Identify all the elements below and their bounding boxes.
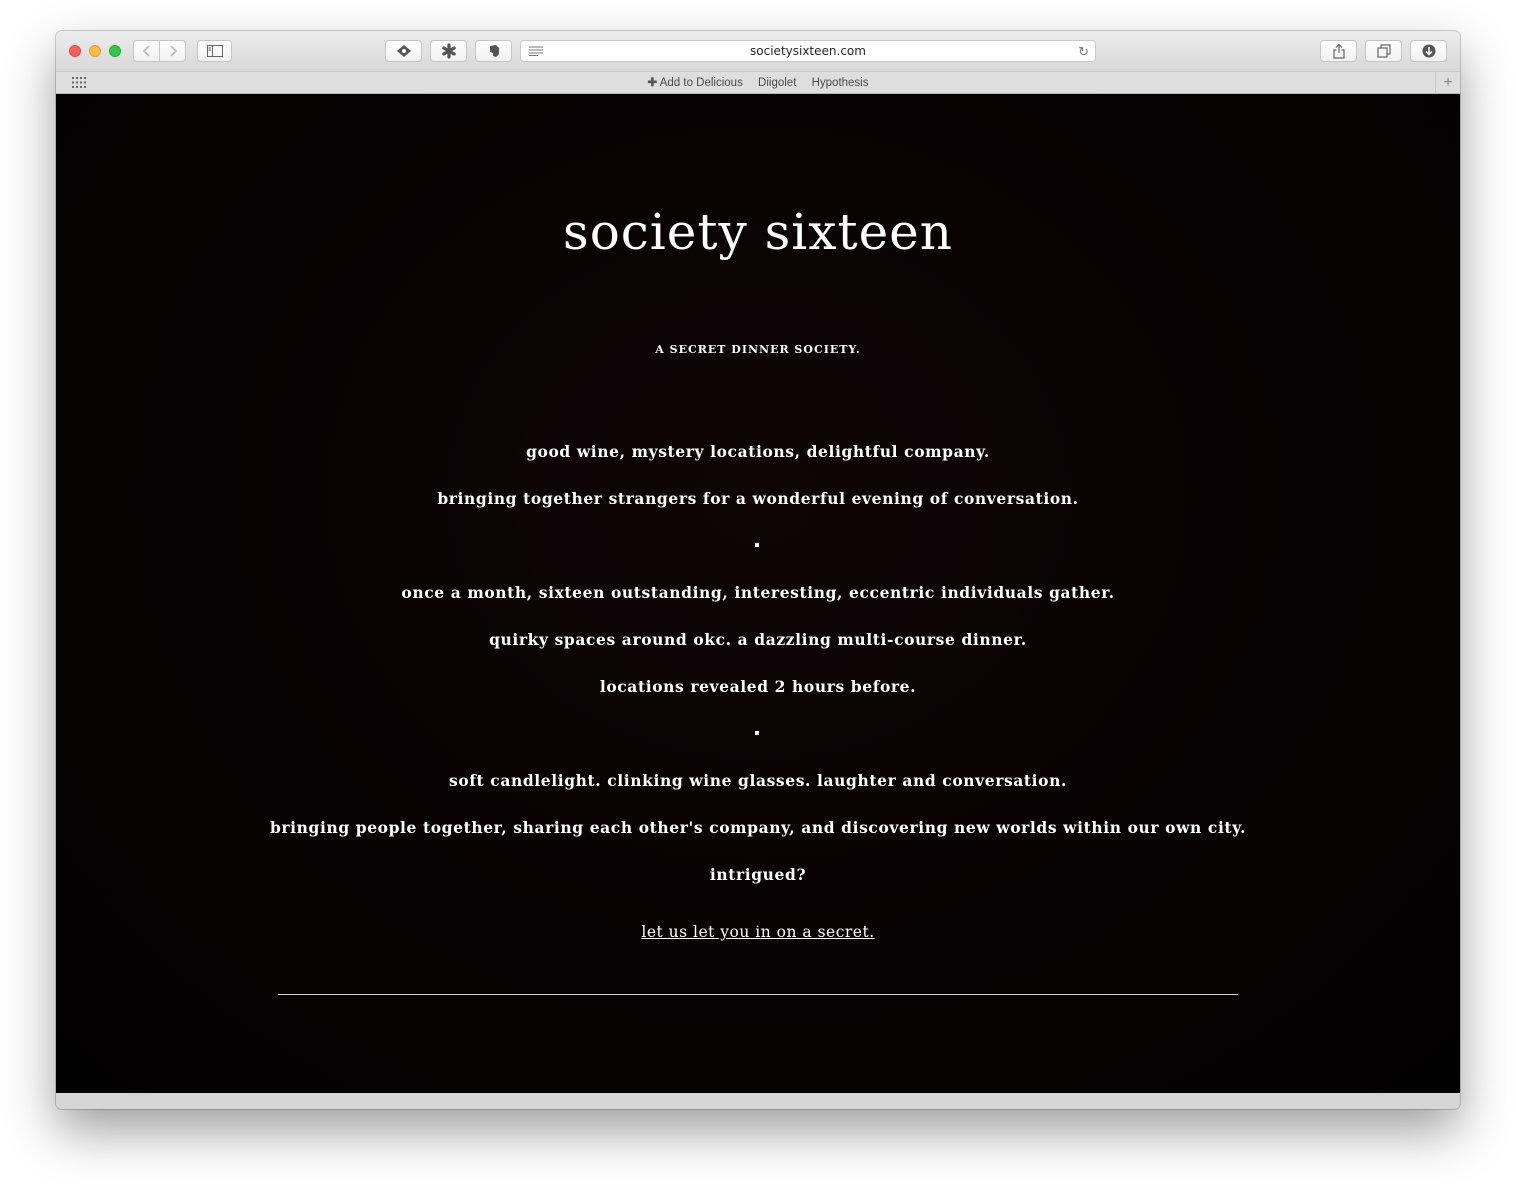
reload-icon[interactable]: ↻ [1078,44,1089,60]
intro-line-1: good wine, mystery locations, delightful… [526,442,990,461]
site-tagline: A SECRET DINNER SOCIETY. [655,343,861,356]
browser-window: societysixteen.com ↻ ✚ Add to Delicious … [56,31,1460,1109]
back-button[interactable] [134,41,159,61]
minimize-window-button[interactable] [89,45,101,57]
extension-button-1[interactable] [385,40,422,62]
bookmark-hypothesis[interactable]: Hypothesis [812,77,869,89]
intro-line-6: soft candlelight. clinking wine glasses.… [449,771,1067,790]
separator-dot [755,731,759,735]
share-icon [1332,43,1345,59]
asterisk-icon [441,43,456,59]
intro-line-5: locations revealed 2 hours before. [599,677,917,696]
close-window-button[interactable] [69,45,81,57]
history-navigation [133,40,186,62]
chevron-left-icon [142,45,149,57]
intro-line-8: intrigued? [709,865,807,884]
tabs-overview-button[interactable] [1365,40,1402,62]
share-button[interactable] [1320,40,1357,62]
separator-dot [755,543,759,547]
address-bar[interactable]: societysixteen.com ↻ [520,40,1096,62]
page-content: society sixteen A SECRET DINNER SOCIETY.… [56,94,1460,1093]
extension-button-2[interactable] [430,40,467,62]
sidebar-icon [206,45,223,57]
sidebar-toggle-button[interactable] [197,40,232,62]
new-tab-plus-icon[interactable]: + [1435,72,1460,94]
bookmark-diigolet[interactable]: Diigolet [758,77,796,89]
divider-line [278,994,1238,995]
secret-link[interactable]: let us let you in on a secret. [641,923,874,941]
intro-line-3: once a month, sixteen outstanding, inter… [401,583,1115,602]
intro-line-4: quirky spaces around okc. a dazzling mul… [489,630,1027,649]
forward-button[interactable] [159,41,185,61]
cta-container: let us let you in on a secret. [56,922,1460,942]
chevron-right-icon [170,45,177,57]
url-text: societysixteen.com [750,44,866,58]
intro-line-7: bringing people together, sharing each o… [269,818,1247,837]
extension-button-3[interactable] [475,40,512,62]
browser-toolbar: societysixteen.com ↻ [56,31,1460,71]
downloads-button[interactable] [1410,40,1447,62]
bookmarks-bar: ✚ Add to Delicious Diigolet Hypothesis + [56,71,1460,94]
bookmark-items: ✚ Add to Delicious Diigolet Hypothesis [56,75,1460,89]
elephant-icon [489,45,499,57]
bookmark-add-to-delicious[interactable]: ✚ Add to Delicious [648,77,743,89]
site-title: society sixteen [563,203,953,261]
diamond-tag-icon [396,45,411,57]
intro-line-2: bringing together strangers for a wonder… [437,489,1079,508]
window-bottom-bar [56,1093,1460,1109]
download-icon [1422,44,1435,58]
tabs-icon [1376,44,1391,58]
maximize-window-button[interactable] [109,45,121,57]
